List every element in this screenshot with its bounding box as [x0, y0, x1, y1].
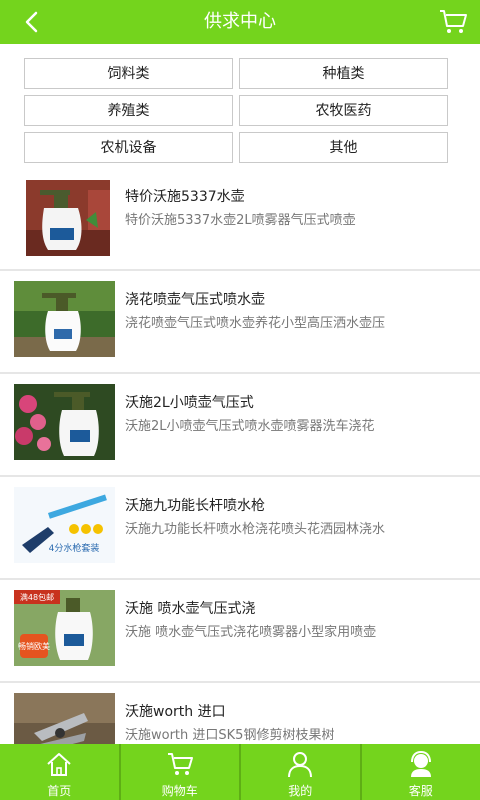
top-bar: 供求中心 — [0, 0, 480, 44]
product-desc: 沃施 喷水壶气压式浇花喷雾器小型家用喷壶 — [125, 625, 377, 640]
product-desc: 沃施worth 进口SK5钢修剪树枝果树 — [125, 728, 335, 743]
tab-label: 首页 — [47, 784, 72, 798]
product-name: 沃施worth 进口 — [125, 704, 226, 720]
thumb-caption: 4分水枪套装 — [49, 542, 100, 554]
tab-home[interactable]: 首页 — [0, 744, 119, 800]
product-desc: 沃施九功能长杆喷水枪浇花喷头花洒园林浇水 — [125, 522, 386, 537]
product-name: 浇花喷壶气压式喷水壶 — [125, 292, 265, 308]
spray-gun-image: 4分水枪套装 — [14, 487, 115, 563]
cart-icon[interactable] — [438, 8, 468, 36]
list-item[interactable]: 沃施2L小喷壶气压式 沃施2L小喷壶气压式喷水壶喷雾器洗车浇花 — [0, 374, 480, 477]
support-icon — [410, 750, 431, 777]
sprayer-image — [14, 384, 115, 460]
list-item[interactable]: 特价沃施5337水壶 特价沃施5337水壶2L喷雾器气压式喷壶 — [0, 168, 480, 271]
product-name: 沃施2L小喷壶气压式 — [125, 395, 254, 411]
product-thumbnail — [14, 384, 115, 460]
category-feed[interactable]: 饲料类 — [24, 58, 233, 89]
promo-badge: 满48包邮 — [20, 592, 54, 602]
list-item[interactable]: 4分水枪套装 沃施九功能长杆喷水枪 沃施九功能长杆喷水枪浇花喷头花洒园林浇水 — [0, 477, 480, 580]
product-name: 特价沃施5337水壶 — [125, 189, 245, 205]
product-thumbnail: 满48包邮 畅销欧美 — [14, 590, 115, 666]
category-grid: 饲料类 种植类 养殖类 农牧医药 农机设备 其他 — [24, 58, 448, 163]
list-item[interactable]: 满48包邮 畅销欧美 沃施 喷水壶气压式浇 沃施 喷水壶气压式浇花喷雾器小型家用… — [0, 580, 480, 683]
list-item[interactable]: 浇花喷壶气压式喷水壶 浇花喷壶气压式喷水壶养花小型高压洒水壶压 — [0, 271, 480, 374]
product-name: 沃施九功能长杆喷水枪 — [125, 498, 265, 514]
home-icon — [47, 753, 71, 776]
category-other[interactable]: 其他 — [239, 132, 448, 163]
product-thumbnail — [14, 281, 115, 357]
sprayer-image — [26, 180, 110, 256]
tab-profile[interactable]: 我的 — [239, 744, 360, 800]
product-desc: 沃施2L小喷壶气压式喷水壶喷雾器洗车浇花 — [125, 419, 375, 434]
category-vet-medicine[interactable]: 农牧医药 — [239, 95, 448, 126]
tab-cart[interactable]: 购物车 — [118, 744, 240, 800]
bottom-tab-bar: 首页 购物车 我的 客服 — [0, 744, 480, 800]
category-planting[interactable]: 种植类 — [239, 58, 448, 89]
page-title: 供求中心 — [204, 11, 276, 32]
tab-label: 我的 — [288, 784, 313, 798]
category-machinery[interactable]: 农机设备 — [24, 132, 233, 163]
sprayer-image: 满48包邮 畅销欧美 — [14, 590, 115, 666]
product-thumbnail — [26, 180, 110, 256]
user-icon — [288, 752, 313, 778]
cart-icon — [167, 753, 193, 775]
promo-tag: 畅销欧美 — [18, 641, 50, 651]
sprayer-image — [14, 281, 115, 357]
product-name: 沃施 喷水壶气压式浇 — [125, 601, 256, 617]
tab-label: 客服 — [408, 784, 433, 798]
product-list: 特价沃施5337水壶 特价沃施5337水壶2L喷雾器气压式喷壶 浇花喷壶气压式喷… — [0, 168, 480, 786]
tab-label: 购物车 — [161, 784, 198, 798]
product-thumbnail: 4分水枪套装 — [14, 487, 115, 563]
product-desc: 特价沃施5337水壶2L喷雾器气压式喷壶 — [125, 213, 356, 228]
product-desc: 浇花喷壶气压式喷水壶养花小型高压洒水壶压 — [125, 316, 386, 331]
tab-support[interactable]: 客服 — [359, 744, 480, 800]
category-breeding[interactable]: 养殖类 — [24, 95, 233, 126]
